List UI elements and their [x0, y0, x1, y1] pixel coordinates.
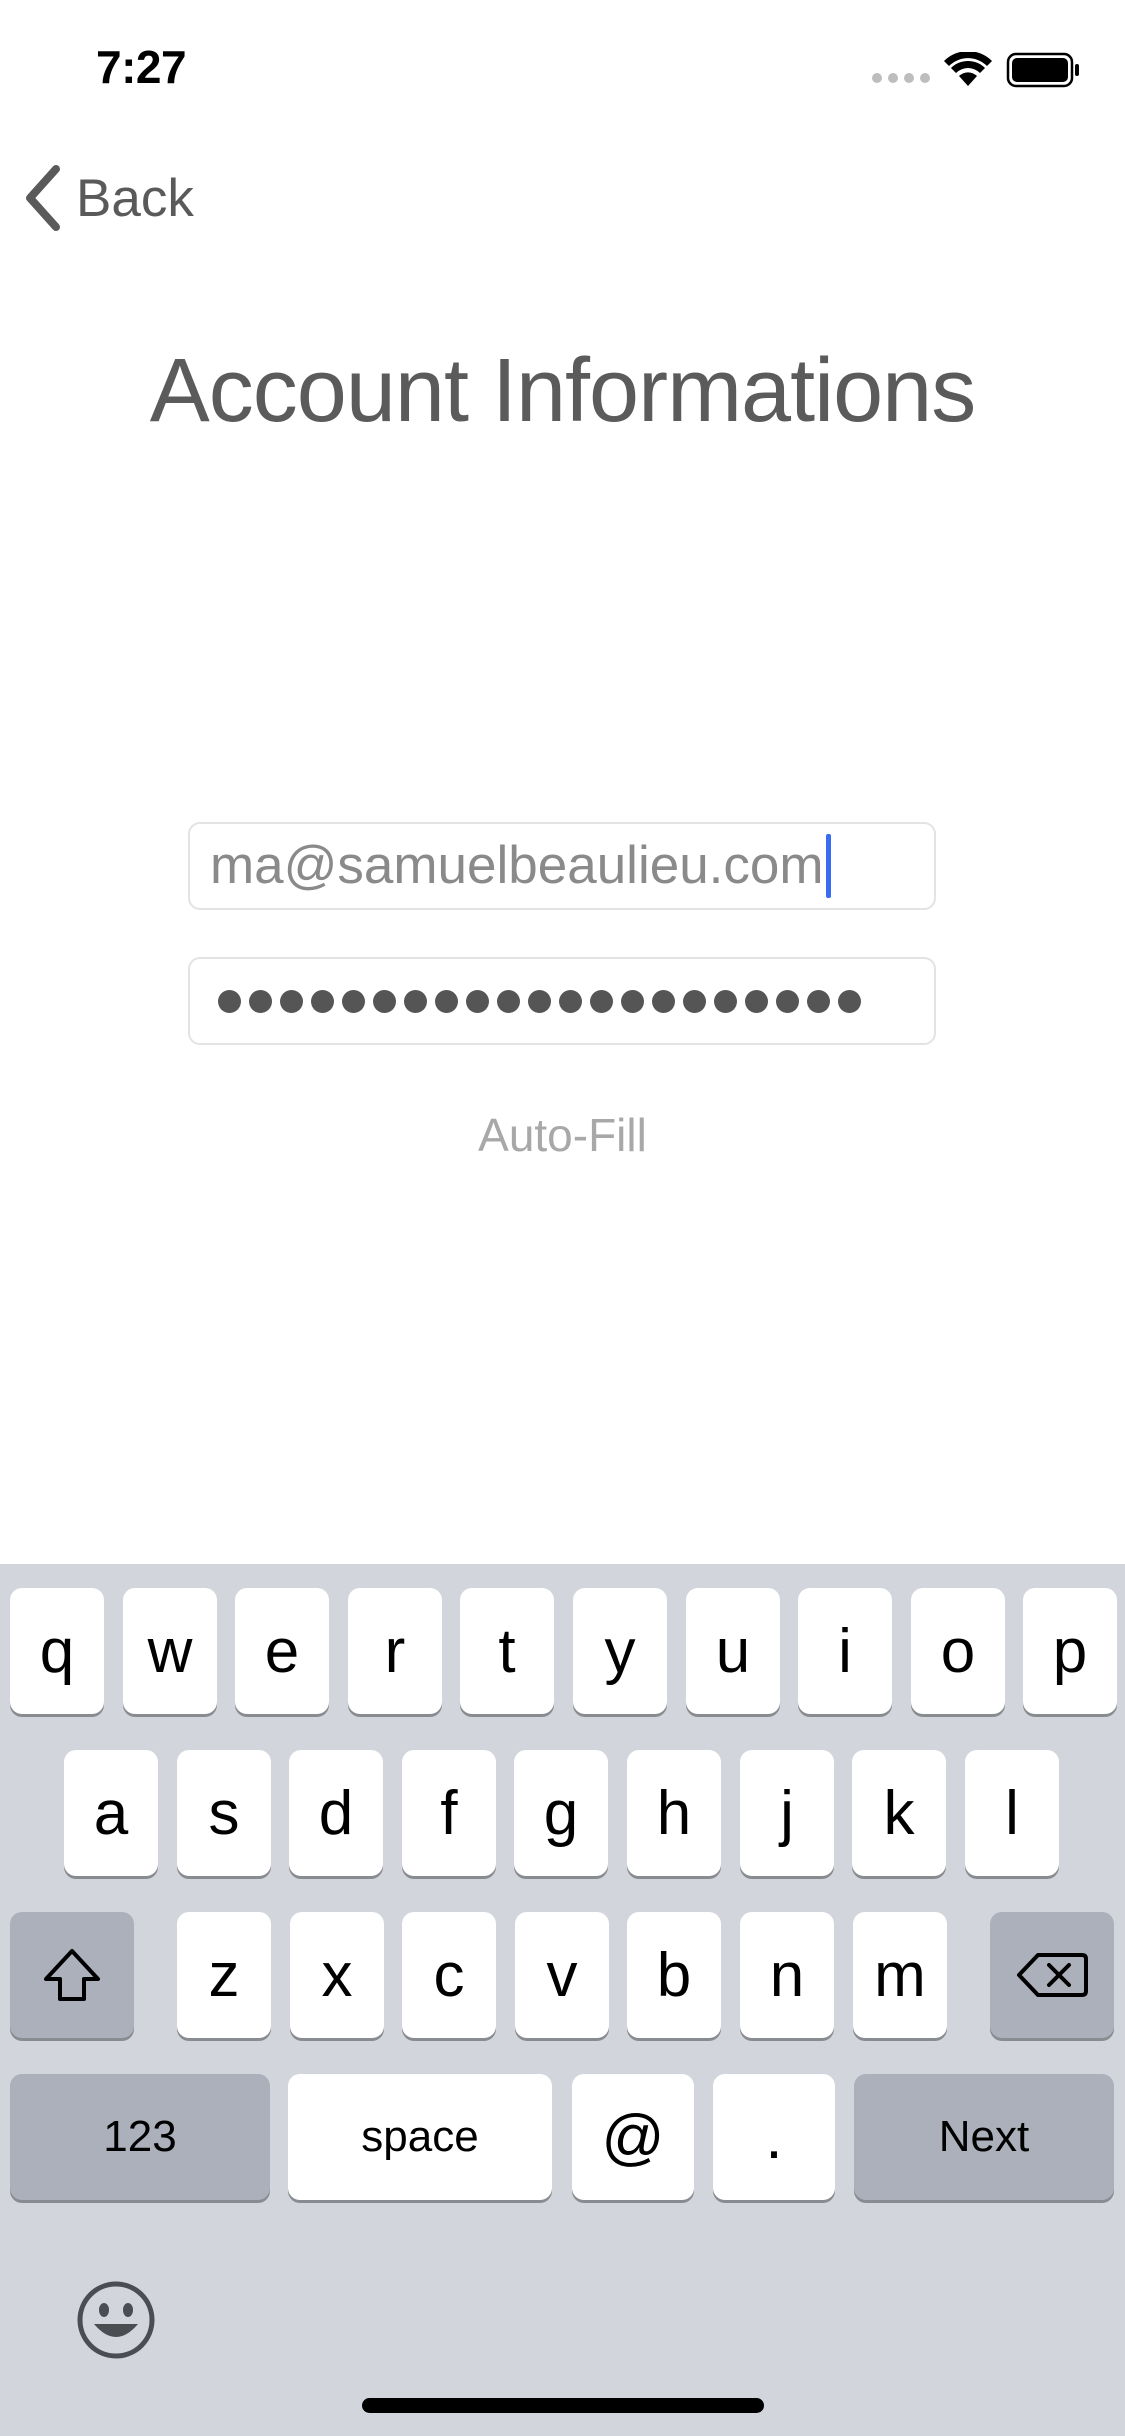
password-dot: [249, 989, 272, 1013]
key-b[interactable]: b: [627, 1912, 721, 2038]
key-o[interactable]: o: [911, 1588, 1005, 1714]
next-key[interactable]: Next: [854, 2074, 1114, 2200]
battery-icon: [1006, 52, 1079, 88]
wifi-icon: [944, 52, 992, 86]
password-dot: [373, 989, 396, 1013]
shift-icon: [44, 1949, 100, 2001]
key-i[interactable]: i: [798, 1588, 892, 1714]
password-dot: [404, 989, 427, 1013]
key-v[interactable]: v: [515, 1912, 609, 2038]
key-j[interactable]: j: [740, 1750, 834, 1876]
password-dot: [714, 989, 737, 1013]
password-dot: [528, 989, 551, 1013]
shift-key[interactable]: [10, 1912, 134, 2038]
key-r[interactable]: r: [348, 1588, 442, 1714]
password-dot: [807, 989, 830, 1013]
key-q[interactable]: q: [10, 1588, 104, 1714]
key-n[interactable]: n: [740, 1912, 834, 2038]
delete-key[interactable]: [990, 1912, 1114, 2038]
password-dot: [218, 989, 241, 1013]
key-w[interactable]: w: [123, 1588, 217, 1714]
password-dot: [466, 989, 489, 1013]
password-dot: [745, 989, 768, 1013]
status-bar: 7:27: [0, 0, 1125, 132]
password-dot: [776, 989, 799, 1013]
password-dots: [218, 959, 861, 1043]
password-dot: [590, 989, 613, 1013]
password-dot: [280, 989, 303, 1013]
status-icons: [871, 52, 1081, 88]
key-z[interactable]: z: [177, 1912, 271, 2038]
back-button[interactable]: Back: [22, 162, 194, 234]
at-key[interactable]: @: [572, 2074, 694, 2200]
key-g[interactable]: g: [514, 1750, 608, 1876]
key-p[interactable]: p: [1023, 1588, 1117, 1714]
signal-icon: [872, 73, 930, 83]
key-e[interactable]: e: [235, 1588, 329, 1714]
dot-key[interactable]: .: [713, 2074, 835, 2200]
chevron-left-icon: [26, 165, 60, 231]
key-x[interactable]: x: [290, 1912, 384, 2038]
email-field[interactable]: ma@samuelbeaulieu.com: [188, 822, 936, 910]
key-a[interactable]: a: [64, 1750, 158, 1876]
key-m[interactable]: m: [853, 1912, 947, 2038]
password-dot: [652, 989, 675, 1013]
email-value: ma@samuelbeaulieu.com: [210, 836, 824, 895]
password-dot: [342, 989, 365, 1013]
password-field[interactable]: [188, 957, 936, 1045]
backspace-icon: [1017, 1953, 1088, 1997]
key-u[interactable]: u: [686, 1588, 780, 1714]
keyboard: 123 space @ . Next qwertyuiop asdfghjkl zx…: [0, 1564, 1125, 2436]
key-h[interactable]: h: [627, 1750, 721, 1876]
emoji-icon[interactable]: [76, 2280, 156, 2360]
page-title: Account Informations: [149, 341, 976, 441]
key-t[interactable]: t: [460, 1588, 554, 1714]
key-f[interactable]: f: [402, 1750, 496, 1876]
key-y[interactable]: y: [573, 1588, 667, 1714]
password-dot: [311, 989, 334, 1013]
password-dot: [621, 989, 644, 1013]
key-l[interactable]: l: [965, 1750, 1059, 1876]
password-dot: [559, 989, 582, 1013]
space-key[interactable]: space: [288, 2074, 552, 2200]
key-s[interactable]: s: [177, 1750, 271, 1876]
password-dot: [497, 989, 520, 1013]
password-dot: [838, 989, 861, 1013]
text-cursor: [825, 834, 831, 898]
key-c[interactable]: c: [402, 1912, 496, 2038]
key-k[interactable]: k: [852, 1750, 946, 1876]
password-dot: [435, 989, 458, 1013]
password-dot: [683, 989, 706, 1013]
home-indicator: [362, 2398, 764, 2413]
numbers-key[interactable]: 123: [10, 2074, 270, 2200]
autofill-button[interactable]: Auto-Fill: [0, 1108, 1125, 1162]
key-d[interactable]: d: [289, 1750, 383, 1876]
back-label: Back: [76, 168, 194, 228]
status-time: 7:27: [96, 41, 187, 93]
